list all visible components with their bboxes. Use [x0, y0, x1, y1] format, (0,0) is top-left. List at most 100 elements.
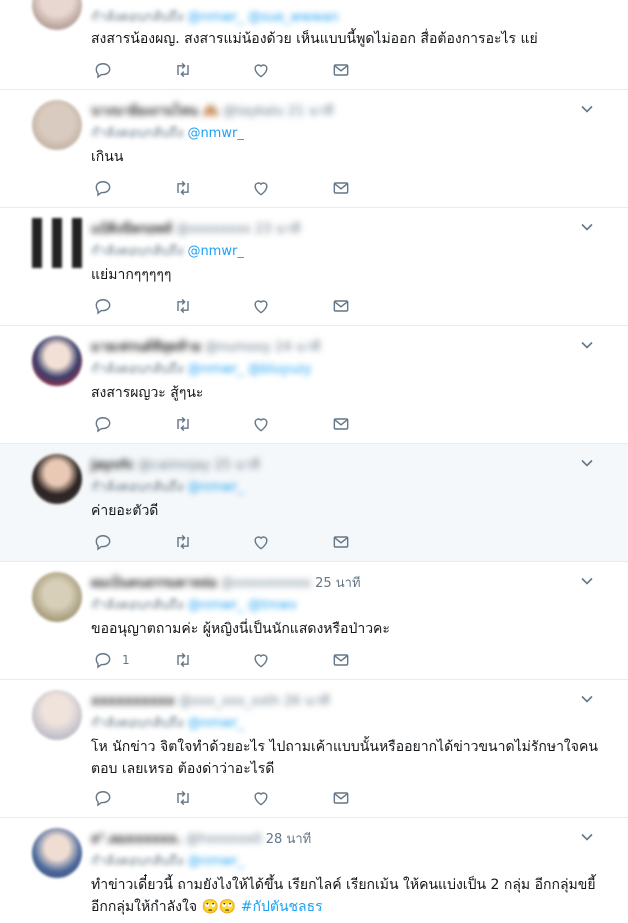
chevron-down-icon[interactable]	[580, 692, 594, 706]
retweet-button[interactable]	[173, 788, 193, 808]
retweet-icon	[177, 180, 189, 196]
reply-mention-link[interactable]: @nmwr_	[187, 716, 243, 731]
handle[interactable]: @hxxxxxx0	[186, 832, 262, 847]
tweet[interactable]: มายเฟรนด์ทีสุดท้าย @numooy 24 นาที กำลัง…	[0, 326, 628, 444]
reply-icon	[95, 299, 111, 315]
dm-button[interactable]	[331, 532, 351, 552]
chevron-down-icon[interactable]	[580, 338, 594, 352]
tweet[interactable]: jayvfc @caimnjay 25 นาที กำลังตอบกลับถึง…	[0, 444, 628, 562]
reply-mention-link[interactable]: @nmwr_ @sue_wwwan	[187, 10, 338, 25]
reply-button[interactable]	[93, 532, 122, 552]
retweet-icon	[177, 790, 189, 806]
tweet[interactable]: ผมเป็นคนธรรมดาหล่อ @xxxxxxxxxx 25 นาที ก…	[0, 562, 628, 680]
tweet-actions	[91, 788, 371, 808]
reply-context: กำลังตอบกลับถึง @nmwr_	[91, 476, 244, 497]
retweet-button[interactable]	[173, 414, 193, 434]
like-button[interactable]	[251, 296, 271, 316]
reply-mention-link[interactable]: @nmwr_ @bluyuzy	[187, 362, 311, 377]
like-icon	[254, 64, 268, 78]
tweet[interactable]: กำลังตอบกลับถึง @nmwr_ @sue_wwwan สงสารน…	[0, 0, 628, 90]
reply-button[interactable]	[93, 296, 122, 316]
timestamp[interactable]: 23 นาที	[255, 222, 300, 237]
chevron-down-icon[interactable]	[580, 220, 594, 234]
avatar[interactable]	[32, 690, 82, 740]
reply-prefix: กำลังตอบกลับถึง	[91, 244, 184, 259]
tweet[interactable]: ส°.ผมxxxxxx. @hxxxxxx0 28 นาที กำลังตอบก…	[0, 818, 628, 923]
retweet-button[interactable]	[173, 532, 193, 552]
retweet-button[interactable]	[173, 296, 193, 316]
dm-button[interactable]	[331, 178, 351, 198]
dm-button[interactable]	[331, 650, 351, 670]
avatar[interactable]	[32, 218, 82, 268]
avatar[interactable]	[32, 336, 82, 386]
handle[interactable]: @xxx_xxx_xxth	[179, 694, 280, 709]
tweet-text: ค่ายอะตัวดี	[91, 503, 159, 519]
hashtag-link[interactable]: #กัปตันชลธร	[241, 899, 323, 915]
timestamp[interactable]: 21 นาที	[288, 104, 333, 119]
like-icon	[254, 536, 268, 550]
reply-mention-link[interactable]: @nmwr_	[187, 244, 243, 259]
retweet-button[interactable]	[173, 60, 193, 80]
chevron-down-icon[interactable]	[580, 102, 594, 116]
retweet-button[interactable]	[173, 650, 193, 670]
handle[interactable]: @numooy	[205, 340, 271, 355]
tweet[interactable]: แบ้คิงนีพรอพท์ @xxxxxxxx 23 นาที กำลังตอ…	[0, 208, 628, 326]
reply-mention-link[interactable]: @nmwr_	[187, 126, 243, 141]
tweet-text: ขออนุญาตถามค่ะ ผู้หญิงนี่เป็นนักแสดงหรือ…	[91, 621, 390, 637]
reply-context: กำลังตอบกลับถึง @nmwr_	[91, 240, 244, 261]
avatar[interactable]	[32, 0, 82, 30]
display-name[interactable]: ผมเป็นคนธรรมดาหล่อ	[91, 576, 217, 591]
display-name[interactable]: xxxxxxxxxx	[91, 694, 175, 709]
timestamp[interactable]: 26 นาที	[284, 694, 329, 709]
timestamp[interactable]: 24 นาที	[275, 340, 320, 355]
display-name[interactable]: ส°.ผมxxxxxx.	[91, 832, 182, 847]
avatar[interactable]	[32, 828, 82, 878]
reply-context: กำลังตอบกลับถึง @nmwr_ @bluyuzy	[91, 358, 312, 379]
tweet[interactable]: นางนาย้องงานไหน 🙈 @taykalu 21 นาที กำลัง…	[0, 90, 628, 208]
like-button[interactable]	[251, 650, 271, 670]
like-button[interactable]	[251, 60, 271, 80]
chevron-down-icon[interactable]	[580, 830, 594, 844]
chevron-down-icon[interactable]	[580, 574, 594, 588]
dm-button[interactable]	[331, 60, 351, 80]
reply-mention-link[interactable]: @nmwr_	[187, 480, 243, 495]
handle[interactable]: @xxxxxxxx	[176, 222, 251, 237]
reply-button[interactable]	[93, 788, 122, 808]
tweet-header: xxxxxxxxxx @xxx_xxx_xxth 26 นาที	[91, 690, 329, 711]
reply-context: กำลังตอบกลับถึง @nmwr_ @sue_wwwan	[91, 6, 339, 27]
chevron-down-icon[interactable]	[580, 456, 594, 470]
timestamp[interactable]: 25 นาที	[214, 458, 259, 473]
avatar[interactable]	[32, 100, 82, 150]
retweet-icon	[177, 62, 189, 78]
reply-mention-link[interactable]: @nmwr_	[187, 854, 243, 869]
display-name[interactable]: มายเฟรนด์ทีสุดท้าย	[91, 340, 201, 355]
retweet-button[interactable]	[173, 178, 193, 198]
timestamp[interactable]: 28 นาที	[266, 832, 311, 847]
display-name[interactable]: นางนาย้องงานไหน 🙈	[91, 104, 219, 119]
handle[interactable]: @xxxxxxxxxx	[221, 576, 311, 591]
display-name[interactable]: jayvfc	[91, 458, 134, 473]
timestamp[interactable]: 25 นาที	[315, 576, 360, 591]
like-button[interactable]	[251, 788, 271, 808]
display-name[interactable]: แบ้คิงนีพรอพท์	[91, 222, 172, 237]
like-button[interactable]	[251, 178, 271, 198]
reply-mention-link[interactable]: @nmwr_ @tmwv	[187, 598, 297, 613]
avatar[interactable]	[32, 454, 82, 504]
like-button[interactable]	[251, 532, 271, 552]
dm-button[interactable]	[331, 788, 351, 808]
reply-icon	[95, 417, 111, 433]
reply-button[interactable]: 1	[93, 650, 130, 670]
tweet[interactable]: xxxxxxxxxx @xxx_xxx_xxth 26 นาที กำลังตอ…	[0, 680, 628, 818]
dm-button[interactable]	[331, 414, 351, 434]
like-button[interactable]	[251, 414, 271, 434]
tweet-header: มายเฟรนด์ทีสุดท้าย @numooy 24 นาที	[91, 336, 320, 357]
reply-button[interactable]	[93, 414, 122, 434]
dm-button[interactable]	[331, 296, 351, 316]
reply-prefix: กำลังตอบกลับถึง	[91, 598, 184, 613]
tweet-header: ผมเป็นคนธรรมดาหล่อ @xxxxxxxxxx 25 นาที	[91, 572, 361, 593]
handle[interactable]: @taykalu	[223, 104, 284, 119]
handle[interactable]: @caimnjay	[138, 458, 210, 473]
avatar[interactable]	[32, 572, 82, 622]
reply-button[interactable]	[93, 60, 122, 80]
reply-button[interactable]	[93, 178, 122, 198]
